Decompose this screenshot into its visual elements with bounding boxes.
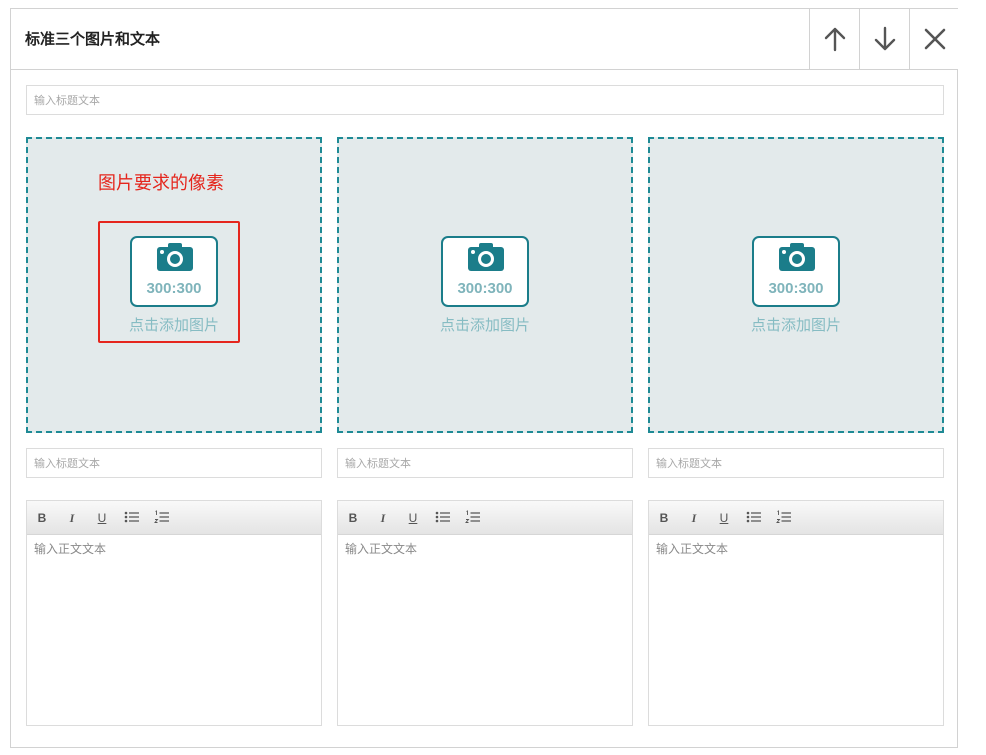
image-ratio-label: 300:300 [146,280,202,297]
bullet-list-button[interactable] [434,510,452,526]
bullet-list-button[interactable] [745,510,763,526]
camera-icon [157,243,193,271]
add-image-label[interactable]: 点击添加图片 [650,314,942,335]
italic-button[interactable]: I [685,510,703,526]
bold-button[interactable]: B [655,510,673,526]
main-title-field[interactable] [26,85,944,115]
bold-button[interactable]: B [33,510,51,526]
image-ratio-label: 300:300 [457,280,513,297]
add-image-card[interactable]: 300:300 [130,236,218,307]
camera-icon [468,243,504,271]
add-image-label[interactable]: 点击添加图片 [28,314,320,335]
numbered-list-icon [154,510,169,523]
image-ratio-label: 300:300 [768,280,824,297]
editor-body[interactable]: 输入正文文本 [338,535,632,725]
numbered-list-button[interactable] [153,510,171,526]
underline-button[interactable]: U [93,510,111,526]
add-image-card[interactable]: 300:300 [752,236,840,307]
rich-text-editor-3: B I U 输入正文文本 [648,500,944,726]
bullet-list-icon [746,511,761,523]
close-icon [924,28,945,50]
editor-toolbar: B I U [338,501,632,535]
arrow-down-icon [874,26,895,51]
underline-button[interactable]: U [404,510,422,526]
module-panel: 标准三个图片和文本 图片要求的像素 [10,8,959,748]
panel-header: 标准三个图片和文本 [11,9,959,70]
arrow-up-icon [824,27,845,52]
add-image-label[interactable]: 点击添加图片 [339,314,631,335]
editor-body[interactable]: 输入正文文本 [649,535,943,725]
rich-text-editor-1: B I U 输入正文文本 [26,500,322,726]
annotation-label: 图片要求的像素 [98,173,224,194]
move-up-button[interactable] [809,9,859,69]
image-slot-3[interactable]: 300:300 点击添加图片 [648,137,944,433]
column-title-input[interactable] [338,449,632,477]
italic-button[interactable]: I [63,510,81,526]
underline-button[interactable]: U [715,510,733,526]
editor-toolbar: B I U [649,501,943,535]
column-title-input[interactable] [649,449,943,477]
column-title-field-3[interactable] [648,448,944,478]
image-slot-1[interactable]: 图片要求的像素 300:300 点击添加图片 [26,137,322,433]
editor-toolbar: B I U [27,501,321,535]
add-image-card[interactable]: 300:300 [441,236,529,307]
main-title-input[interactable] [27,86,943,114]
image-slot-2[interactable]: 300:300 点击添加图片 [337,137,633,433]
bullet-list-button[interactable] [123,510,141,526]
column-title-field-1[interactable] [26,448,322,478]
column-title-field-2[interactable] [337,448,633,478]
close-button[interactable] [909,9,959,69]
rich-text-editor-2: B I U 输入正文文本 [337,500,633,726]
column-title-input[interactable] [27,449,321,477]
numbered-list-icon [465,510,480,523]
italic-button[interactable]: I [374,510,392,526]
numbered-list-button[interactable] [775,510,793,526]
panel-title: 标准三个图片和文本 [25,30,161,48]
numbered-list-icon [776,510,791,523]
move-down-button[interactable] [859,9,909,69]
camera-icon [779,243,815,271]
bullet-list-icon [435,511,450,523]
editor-body[interactable]: 输入正文文本 [27,535,321,725]
bold-button[interactable]: B [344,510,362,526]
numbered-list-button[interactable] [464,510,482,526]
bullet-list-icon [124,511,139,523]
